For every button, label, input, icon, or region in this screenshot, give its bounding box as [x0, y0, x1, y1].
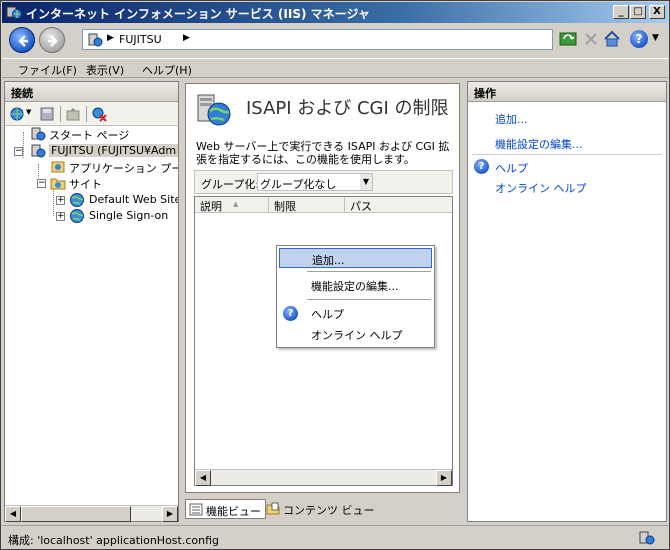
- sort-ascending-icon: ▲: [233, 200, 239, 208]
- content-view-icon: [266, 502, 280, 515]
- toolbar-separator: [86, 106, 87, 122]
- tree-item-server[interactable]: − FUJITSU (FUJITSU¥Adm: [5, 143, 178, 159]
- actions-panel: 操作 追加... 機能設定の編集... ? ヘルプ オンライン ヘルプ: [467, 81, 667, 522]
- help-icon: ?: [474, 159, 489, 174]
- collapse-server-icon[interactable]: −: [14, 147, 23, 156]
- menu-file[interactable]: ファイル(F): [18, 62, 77, 78]
- action-online-help[interactable]: オンライン ヘルプ: [495, 180, 587, 196]
- iis-app-icon: [6, 6, 22, 19]
- collapse-sites-icon[interactable]: −: [37, 179, 46, 188]
- connections-horizontal-scrollbar[interactable]: ◀ ▶: [5, 505, 178, 522]
- server-icon: [31, 144, 46, 158]
- app-pool-icon: [51, 161, 65, 173]
- group-by-select[interactable]: グループ化なし ▼: [257, 173, 373, 191]
- connections-toolbar: ▼: [5, 102, 178, 126]
- breadcrumb-separator-icon: ▶: [107, 33, 114, 43]
- address-box[interactable]: ▶ FUJITSU ▶: [82, 29, 553, 50]
- title-bar[interactable]: インターネット インフォメーション サービス (IIS) マネージャ _ □ X: [2, 2, 668, 23]
- globe-icon: [70, 209, 84, 223]
- start-page-icon: [31, 127, 46, 141]
- disconnect-icon[interactable]: [91, 106, 107, 122]
- expand-single-sign-on-icon[interactable]: +: [56, 212, 65, 221]
- feature-title: ISAPI および CGI の制限: [246, 98, 449, 119]
- connections-header: 接続: [5, 82, 178, 102]
- scroll-left-button[interactable]: ◀: [195, 470, 211, 486]
- chevron-down-icon[interactable]: ▼: [360, 174, 372, 190]
- scroll-right-button[interactable]: ▶: [162, 506, 178, 522]
- scroll-right-button[interactable]: ▶: [436, 470, 452, 486]
- context-menu: 追加... 機能設定の編集... ? ヘルプ オンライン ヘルプ: [276, 245, 435, 348]
- isapi-cgi-restrictions-icon: [197, 94, 231, 126]
- menu-help[interactable]: ヘルプ(H): [142, 62, 192, 78]
- menu-separator: [307, 299, 431, 300]
- list-horizontal-scrollbar[interactable]: ◀ ▶: [195, 469, 452, 486]
- arrow-right-icon: [48, 35, 58, 47]
- iis-manager-window: インターネット インフォメーション サービス (IIS) マネージャ _ □ X…: [0, 0, 670, 550]
- actions-header: 操作: [468, 82, 666, 102]
- group-by-bar: グループ化: グループ化なし ▼: [194, 170, 453, 194]
- breadcrumb-fujitsu[interactable]: FUJITSU: [119, 33, 162, 46]
- window-title: インターネット インフォメーション サービス (IIS) マネージャ: [26, 7, 370, 21]
- status-bar: 構成: 'localhost' applicationHost.config: [2, 525, 668, 549]
- actions-separator: [472, 154, 662, 155]
- tree-item-sites[interactable]: − サイト: [5, 175, 178, 191]
- connections-panel: 接続 ▼ スタート ページ − FUJITSU (FUJITSU¥Adm アプリ…: [4, 81, 179, 522]
- group-by-label: グループ化:: [201, 178, 260, 191]
- action-edit-feature-settings[interactable]: 機能設定の編集...: [495, 136, 583, 152]
- home-icon[interactable]: [603, 30, 621, 48]
- refresh-icon[interactable]: [559, 30, 577, 48]
- stop-icon[interactable]: [582, 30, 600, 48]
- menu-view[interactable]: 表示(V): [86, 62, 124, 78]
- forward-button[interactable]: [39, 27, 65, 53]
- feature-description: Web サーバー上で実行できる ISAPI および CGI 拡張を指定するには、…: [196, 140, 450, 166]
- view-tabs: 機能ビュー コンテンツ ビュー: [185, 499, 445, 519]
- folder-icon: [50, 178, 66, 190]
- back-button[interactable]: [9, 27, 35, 53]
- group-by-value: グループ化なし: [260, 178, 337, 191]
- scroll-thumb[interactable]: [21, 506, 131, 522]
- context-menu-edit-settings[interactable]: 機能設定の編集...: [279, 275, 432, 295]
- action-add[interactable]: 追加...: [495, 111, 528, 127]
- breadcrumb-chevron-icon[interactable]: ▶: [183, 33, 190, 43]
- scroll-left-button[interactable]: ◀: [5, 506, 21, 522]
- status-text: 構成: 'localhost' applicationHost.config: [8, 534, 220, 547]
- toolbar-separator: [60, 106, 61, 122]
- tree-item-app-pools[interactable]: アプリケーション プール: [5, 159, 178, 175]
- minimize-button[interactable]: _: [613, 5, 629, 19]
- up-level-icon[interactable]: [65, 106, 81, 122]
- server-status-icon: [639, 531, 655, 545]
- globe-icon: [70, 193, 84, 207]
- server-icon: [88, 33, 103, 47]
- help-dropdown-icon[interactable]: ▼: [652, 33, 659, 43]
- help-icon[interactable]: ?: [630, 30, 648, 48]
- tree-item-single-sign-on[interactable]: + Single Sign-on: [5, 208, 178, 224]
- arrow-left-icon: [18, 35, 28, 47]
- menu-bar: ファイル(F) 表示(V) ヘルプ(H): [2, 58, 668, 78]
- tab-content-view[interactable]: コンテンツ ビュー: [263, 499, 379, 519]
- tree-item-start-page[interactable]: スタート ページ: [5, 126, 178, 142]
- column-restriction[interactable]: 制限: [269, 197, 345, 213]
- close-button[interactable]: X: [649, 5, 665, 19]
- list-header: 説明 ▲ 制限 パス: [195, 197, 452, 213]
- context-menu-add[interactable]: 追加...: [279, 248, 432, 268]
- address-bar: ▶ FUJITSU ▶ ? ▼: [2, 23, 668, 57]
- action-help[interactable]: ヘルプ: [495, 160, 528, 176]
- expand-default-web-site-icon[interactable]: +: [56, 196, 65, 205]
- tab-features-view[interactable]: 機能ビュー: [185, 499, 266, 519]
- tree-item-default-web-site[interactable]: + Default Web Site: [5, 192, 178, 208]
- column-path[interactable]: パス: [345, 197, 452, 213]
- context-menu-online-help[interactable]: オンライン ヘルプ: [279, 324, 432, 344]
- features-view-icon: [189, 503, 203, 516]
- maximize-button[interactable]: □: [630, 5, 646, 19]
- connect-globe-icon[interactable]: [9, 106, 25, 122]
- column-description[interactable]: 説明 ▲: [195, 197, 269, 213]
- connections-tree: スタート ページ − FUJITSU (FUJITSU¥Adm アプリケーション…: [5, 126, 178, 504]
- connect-dropdown-icon[interactable]: ▼: [26, 108, 31, 116]
- save-icon[interactable]: [39, 106, 55, 122]
- menu-separator: [307, 271, 431, 272]
- context-menu-help[interactable]: ヘルプ: [279, 303, 432, 323]
